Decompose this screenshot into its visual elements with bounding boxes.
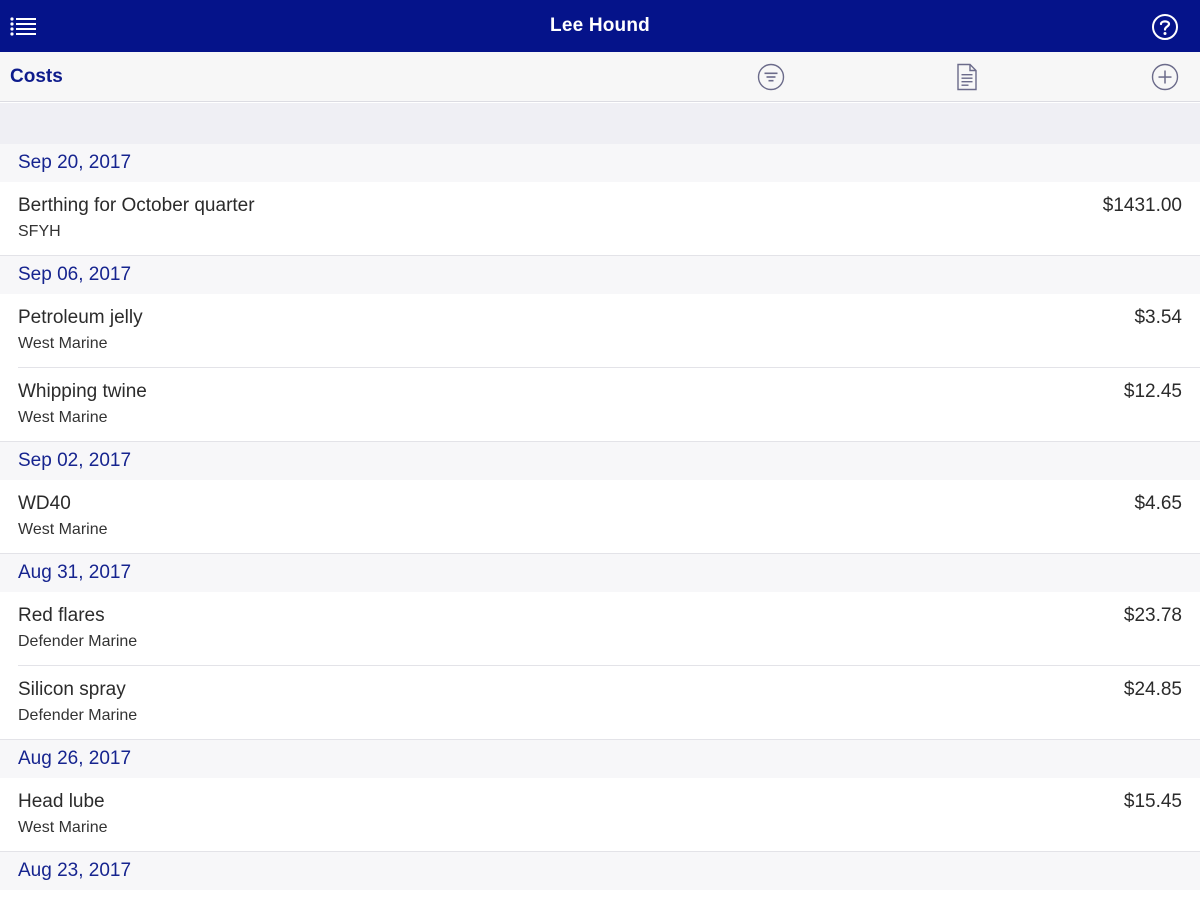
row-divider [0, 441, 1200, 442]
costs-screen: Lee Hound Costs Sep 20, 2017 Berthing fo… [0, 0, 1200, 900]
cost-row[interactable]: Red flares Defender Marine $23.78 [0, 592, 1200, 666]
cost-row[interactable]: Head lube West Marine $15.45 [0, 778, 1200, 852]
plus-circle-icon [1151, 63, 1179, 91]
cost-amount: $4.65 [1134, 493, 1182, 514]
cost-amount: $15.45 [1123, 791, 1182, 812]
toolbar: Costs [0, 52, 1200, 102]
cost-row[interactable]: Berthing for October quarter SFYH $1431.00 [0, 182, 1200, 256]
filter-button[interactable] [757, 63, 785, 91]
help-button[interactable] [1150, 12, 1180, 42]
date-section-header: Aug 23, 2017 [0, 852, 1200, 890]
date-section-header: Sep 06, 2017 [0, 256, 1200, 294]
cost-title: Whipping twine [18, 381, 147, 402]
costs-list: Sep 20, 2017 Berthing for October quarter… [0, 144, 1200, 890]
report-button[interactable] [953, 63, 981, 91]
cost-vendor: West Marine [18, 335, 108, 352]
cost-title: Silicon spray [18, 679, 126, 700]
document-icon [957, 63, 977, 91]
filter-circle-icon [757, 63, 785, 91]
cost-amount: $12.45 [1123, 381, 1182, 402]
cost-amount: $3.54 [1134, 307, 1182, 328]
cost-title: Petroleum jelly [18, 307, 143, 328]
cost-title: Head lube [18, 791, 105, 812]
cost-row[interactable]: Silicon spray Defender Marine $24.85 [0, 666, 1200, 740]
date-section-header: Aug 31, 2017 [0, 554, 1200, 592]
cost-vendor: West Marine [18, 409, 108, 426]
cost-title: Berthing for October quarter [18, 195, 255, 216]
row-divider [0, 739, 1200, 740]
cost-row[interactable]: Petroleum jelly West Marine $3.54 [0, 294, 1200, 368]
cost-amount: $1431.00 [1102, 195, 1182, 216]
add-cost-button[interactable] [1151, 63, 1179, 91]
row-divider [0, 553, 1200, 554]
date-section-header: Aug 26, 2017 [0, 740, 1200, 778]
cost-title: Red flares [18, 605, 105, 626]
section-title: Costs [10, 66, 63, 87]
row-divider [0, 851, 1200, 852]
list-top-spacer [0, 103, 1200, 144]
title-bar: Lee Hound [0, 0, 1200, 52]
cost-row[interactable]: Whipping twine West Marine $12.45 [0, 368, 1200, 442]
cost-vendor: West Marine [18, 521, 108, 538]
cost-row[interactable]: WD40 West Marine $4.65 [0, 480, 1200, 554]
date-section-header: Sep 02, 2017 [0, 442, 1200, 480]
cost-vendor: Defender Marine [18, 707, 138, 724]
app-title: Lee Hound [550, 15, 650, 36]
date-section-header: Sep 20, 2017 [0, 144, 1200, 182]
cost-title: WD40 [18, 493, 71, 514]
cost-vendor: Defender Marine [18, 633, 138, 650]
cost-amount: $23.78 [1123, 605, 1182, 626]
cost-vendor: SFYH [18, 223, 61, 240]
row-divider [0, 255, 1200, 256]
question-circle-icon [1152, 14, 1178, 40]
cost-amount: $24.85 [1123, 679, 1182, 700]
cost-vendor: West Marine [18, 819, 108, 836]
